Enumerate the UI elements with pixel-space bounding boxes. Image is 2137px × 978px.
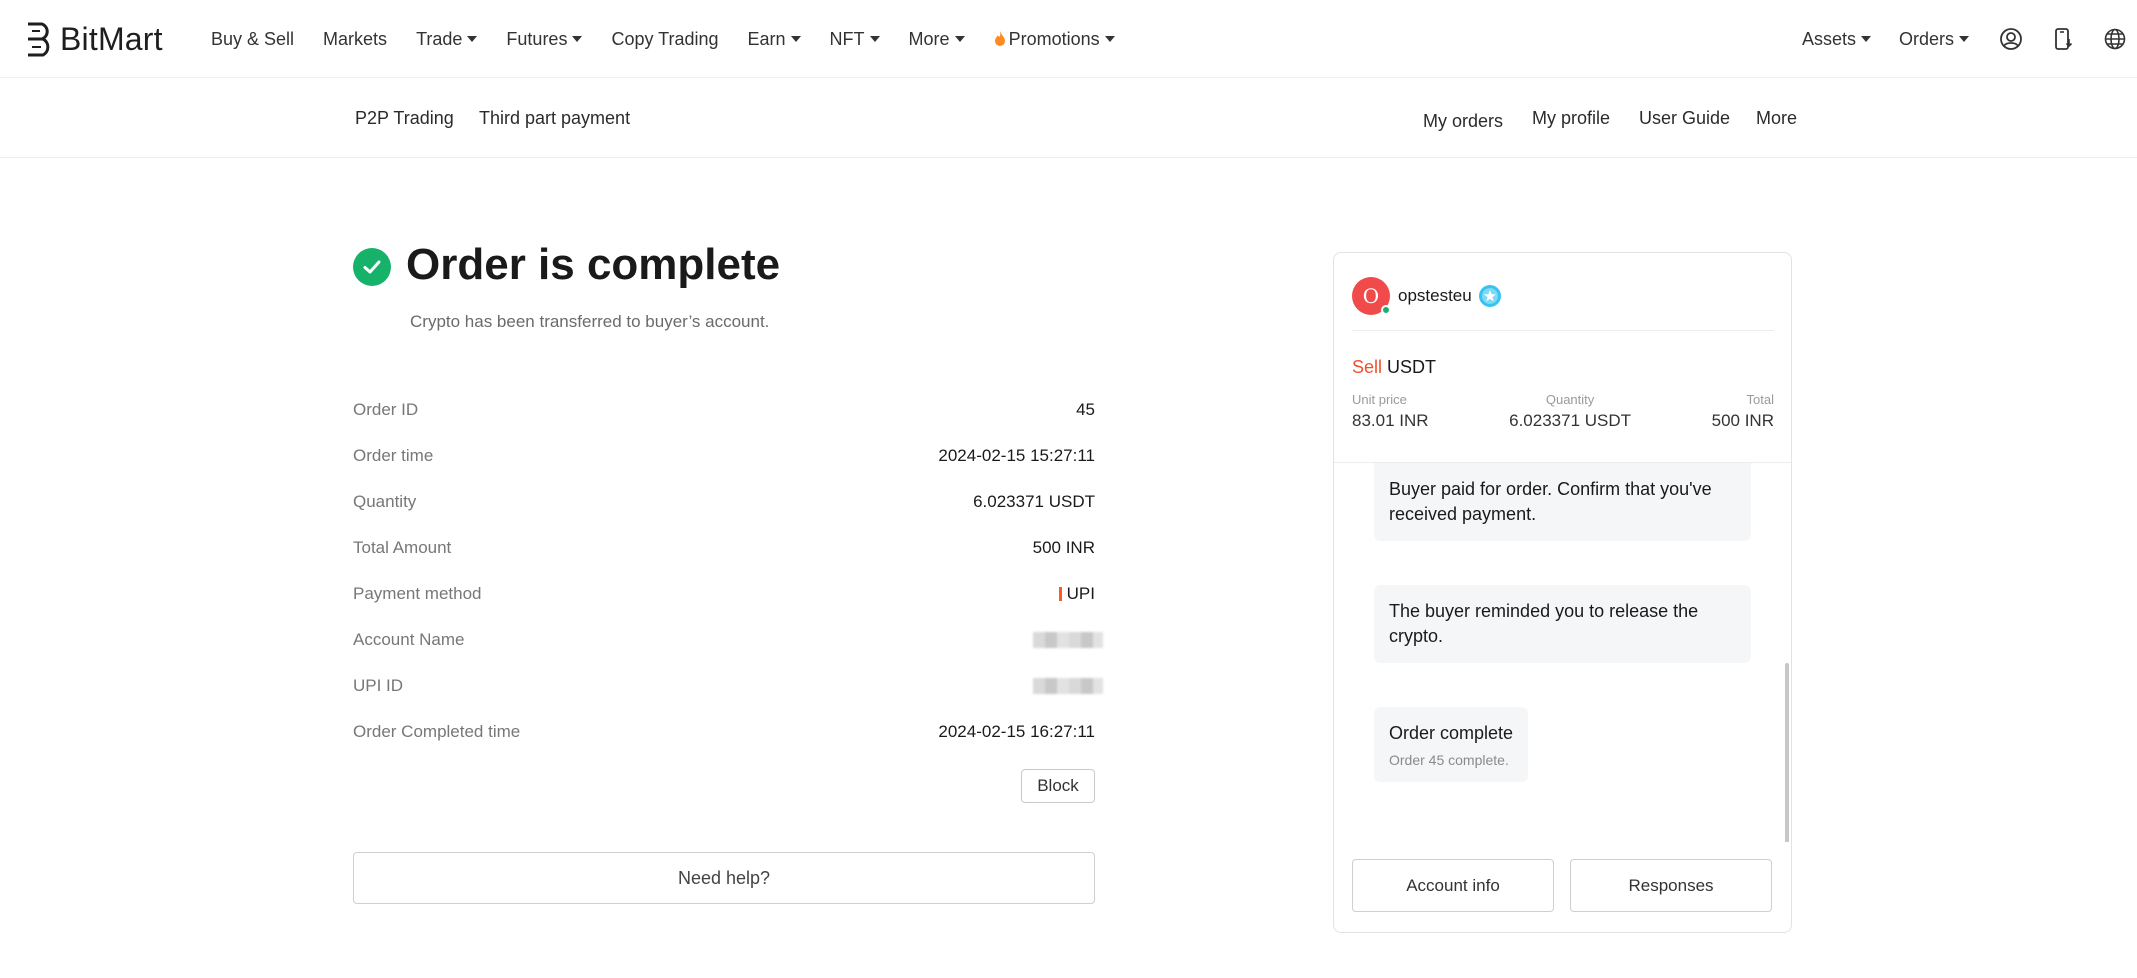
counterparty-header: O opstesteu: [1352, 277, 1502, 315]
detail-value: 45: [1076, 400, 1095, 419]
tab-third-part-payment[interactable]: Third part payment: [479, 108, 630, 129]
link-more[interactable]: More: [1756, 108, 1797, 129]
main-menu: Buy & Sell Markets Trade Futures Copy Tr…: [211, 0, 1144, 78]
responses-button[interactable]: Responses: [1570, 859, 1772, 912]
detail-label: Quantity: [353, 492, 417, 511]
trade-summary-title: Sell USDT: [1352, 357, 1436, 378]
chat-message: Order complete Order 45 complete.: [1374, 707, 1529, 782]
nav-buy-sell[interactable]: Buy & Sell: [211, 29, 294, 50]
bitmart-logo-text: BitMart: [60, 20, 163, 57]
detail-value: 2024-02-15 16:27:11: [938, 722, 1095, 741]
bitmart-logo[interactable]: BitMart: [24, 20, 163, 58]
detail-label: Order ID: [353, 400, 419, 419]
unit-price-value: 83.01 INR: [1352, 411, 1429, 430]
link-my-orders[interactable]: My orders: [1423, 111, 1503, 132]
caret-down-icon: [572, 36, 583, 42]
block-button[interactable]: Block: [1021, 769, 1095, 803]
caret-down-icon: [1104, 36, 1115, 42]
nav-nft[interactable]: NFT: [830, 29, 880, 50]
account-info-button[interactable]: Account info: [1352, 859, 1554, 912]
avatar[interactable]: O: [1352, 277, 1391, 315]
trade-summary: Unit price 83.01 INR Quantity 6.023371 U…: [1352, 392, 1774, 431]
verified-badge-icon: [1478, 285, 1501, 307]
flame-icon: [994, 31, 1005, 46]
divider: [1352, 330, 1774, 331]
nav-earn[interactable]: Earn: [748, 29, 801, 50]
trade-side: Sell: [1352, 357, 1383, 377]
detail-value: 6.023371 USDT: [973, 492, 1095, 511]
payment-method-value: UPI: [1058, 584, 1095, 604]
quantity-row: Quantity 6.023371 USDT: [353, 487, 1095, 517]
detail-label: Payment method: [353, 584, 482, 603]
nav-markets[interactable]: Markets: [323, 29, 387, 50]
total-value: 500 INR: [1711, 411, 1774, 430]
detail-label: UPI ID: [353, 676, 404, 695]
caret-down-icon: [1860, 36, 1871, 42]
nav-orders[interactable]: Orders: [1899, 29, 1969, 50]
total-amount-row: Total Amount 500 INR: [353, 533, 1095, 563]
account-name-row: Account Name: [353, 625, 1103, 655]
redacted-account-name: [1033, 632, 1103, 648]
order-id-row: Order ID 45: [353, 395, 1095, 425]
page-subtitle: Crypto has been transferred to buyer’s a…: [410, 312, 770, 331]
counterparty-username[interactable]: opstesteu: [1398, 286, 1472, 306]
chat-message: Buyer paid for order. Confirm that you'v…: [1374, 463, 1751, 541]
caret-down-icon: [467, 36, 478, 42]
p2p-sub-navigation: P2P Trading Third part payment My orders…: [0, 78, 2137, 158]
top-navigation-bar: BitMart Buy & Sell Markets Trade Futures…: [0, 0, 2137, 78]
payment-method-name: UPI: [1066, 584, 1095, 603]
detail-label: Account Name: [353, 630, 465, 649]
chat-message-text: Order complete: [1389, 723, 1514, 743]
order-chat-panel: O opstesteu Sell USDT Unit price 83.01 I…: [1333, 252, 1792, 933]
caret-down-icon: [790, 36, 801, 42]
redacted-upi-id: [1033, 678, 1103, 694]
total-block: Total 500 INR: [1712, 392, 1774, 431]
account-menu: Assets Orders: [1802, 0, 2137, 78]
online-status-dot: [1381, 305, 1391, 315]
download-app-icon[interactable]: [2049, 25, 2077, 53]
detail-label: Order Completed time: [353, 722, 521, 741]
link-user-guide[interactable]: User Guide: [1639, 108, 1730, 129]
need-help-button[interactable]: Need help?: [353, 852, 1095, 904]
user-account-icon[interactable]: [1997, 25, 2025, 53]
nav-copy-trading[interactable]: Copy Trading: [611, 29, 718, 50]
upi-id-row: UPI ID: [353, 671, 1103, 701]
nav-promotions[interactable]: Promotions: [994, 29, 1115, 50]
detail-label: Order time: [353, 446, 434, 465]
chat-message-text: The buyer reminded you to release the cr…: [1389, 601, 1699, 646]
detail-value: 2024-02-15 15:27:11: [938, 446, 1095, 465]
chat-message-text: Buyer paid for order. Confirm that you'v…: [1389, 479, 1712, 524]
chat-message: The buyer reminded you to release the cr…: [1374, 585, 1751, 663]
chat-messages[interactable]: Buyer paid for order. Confirm that you'v…: [1334, 462, 1791, 842]
chat-message-subtext: Order 45 complete.: [1389, 752, 1509, 768]
success-check-icon: [353, 248, 391, 286]
detail-value: 500 INR: [1032, 538, 1095, 557]
page-title: Order is complete: [406, 240, 781, 289]
unit-price-block: Unit price 83.01 INR: [1352, 392, 1429, 431]
total-label: Total: [1746, 392, 1774, 407]
nav-trade[interactable]: Trade: [416, 29, 478, 50]
nav-futures[interactable]: Futures: [506, 29, 583, 50]
link-my-profile[interactable]: My profile: [1532, 108, 1610, 129]
trade-asset: USDT: [1387, 357, 1437, 377]
unit-price-label: Unit price: [1352, 392, 1407, 407]
quantity-label: Quantity: [1545, 392, 1595, 407]
language-globe-icon[interactable]: [2101, 25, 2129, 53]
order-completed-time-row: Order Completed time 2024-02-15 16:27:11: [353, 717, 1095, 747]
nav-assets[interactable]: Assets: [1802, 29, 1871, 50]
caret-down-icon: [1959, 36, 1969, 42]
quantity-value: 6.023371 USDT: [1509, 411, 1632, 430]
payment-method-color-icon: [1058, 587, 1062, 601]
tab-p2p-trading[interactable]: P2P Trading: [355, 108, 454, 129]
payment-method-row: Payment method UPI: [353, 579, 1095, 609]
caret-down-icon: [869, 36, 880, 42]
caret-down-icon: [954, 36, 965, 42]
detail-label: Total Amount: [353, 538, 452, 557]
bitmart-logo-icon: [28, 22, 50, 57]
order-time-row: Order time 2024-02-15 15:27:11: [353, 441, 1095, 471]
nav-more[interactable]: More: [909, 29, 965, 50]
quantity-block: Quantity 6.023371 USDT: [1509, 392, 1631, 431]
chat-scrollbar[interactable]: [1785, 663, 1789, 842]
